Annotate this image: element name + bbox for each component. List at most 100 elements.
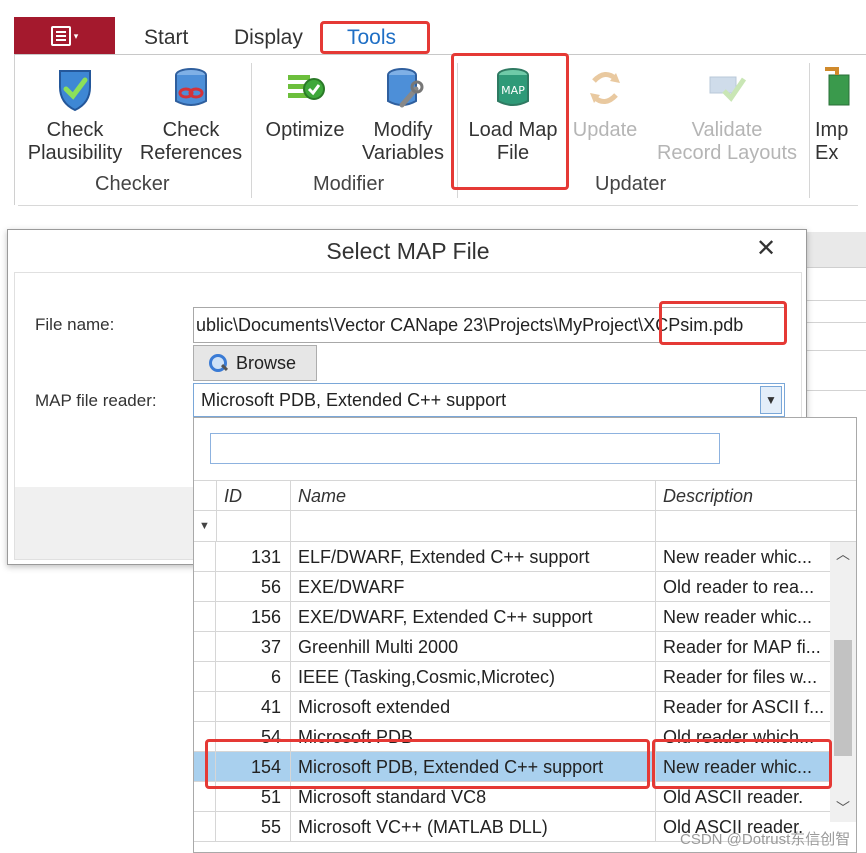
ribbon: ▾ Start Display Tools Check Plausibility… [14, 0, 866, 210]
cell-id: 156 [250, 607, 281, 627]
grid-header: ID Name Description [194, 480, 856, 512]
column-header-description[interactable]: Description [655, 481, 830, 512]
cell-id: 56 [260, 577, 281, 597]
ribbon-body: Check Plausibility Check References Chec… [14, 55, 866, 205]
close-icon[interactable]: ✕ [756, 234, 776, 263]
table-row[interactable]: 156 EXE/DWARF, Extended C++ support New … [194, 602, 830, 632]
cell-id: 37 [260, 637, 281, 657]
search-icon [208, 353, 228, 373]
cell-name: EXE/DWARF [290, 572, 654, 602]
cell-id: 55 [260, 817, 281, 837]
import-export-icon [825, 67, 850, 106]
button-label: Validate [691, 119, 763, 141]
grid-filter-row: ▼ [194, 511, 856, 542]
grid-rows: 131 ELF/DWARF, Extended C++ support New … [194, 542, 830, 852]
cell-description: Old reader to rea... [655, 572, 830, 602]
tab-display[interactable]: Display [234, 26, 303, 50]
cell-description: New reader whic... [655, 542, 830, 572]
highlight-selected-description [652, 739, 832, 789]
cell-id: 131 [250, 547, 281, 567]
table-row[interactable]: 131 ELF/DWARF, Extended C++ support New … [194, 542, 830, 572]
filter-cell-id[interactable] [216, 511, 290, 542]
vertical-scrollbar[interactable]: ︿ ﹀ [830, 542, 856, 822]
refresh-icon [590, 72, 620, 104]
group-separator [809, 63, 810, 198]
button-label: Record Layouts [656, 142, 798, 164]
background-divider [800, 350, 866, 351]
validate-records-icon [709, 76, 747, 102]
filter-icon[interactable]: ▼ [199, 520, 210, 532]
highlight-load-map-button [451, 53, 569, 190]
button-label: Update [572, 119, 638, 141]
database-link-icon [175, 68, 207, 106]
filter-cell-name[interactable] [290, 511, 655, 542]
cell-name: EXE/DWARF, Extended C++ support [290, 602, 654, 632]
table-row[interactable]: 6 IEEE (Tasking,Cosmic,Microtec) Reader … [194, 662, 830, 692]
button-label: Modify [373, 119, 433, 141]
cell-description: Reader for ASCII f... [655, 692, 830, 722]
scrollbar-thumb[interactable] [834, 640, 852, 756]
cell-id: 41 [260, 697, 281, 717]
optimize-button[interactable]: Optimize [257, 65, 353, 142]
app-menu-button[interactable]: ▾ [14, 17, 115, 55]
button-label: Optimize [265, 119, 345, 141]
document-icon [50, 26, 71, 46]
popup-search-input[interactable] [210, 433, 720, 464]
check-plausibility-button[interactable]: Check Plausibility [19, 65, 131, 165]
cell-description: Reader for MAP fi... [655, 632, 830, 662]
button-label: Imp [815, 119, 849, 141]
table-row[interactable]: 56 EXE/DWARF Old reader to rea... [194, 572, 830, 602]
chevron-down-icon: ▾ [73, 30, 79, 41]
check-references-button[interactable]: Check References [135, 65, 247, 165]
modify-variables-button[interactable]: Modify Variables [355, 65, 451, 165]
background-divider [800, 390, 866, 391]
tab-start[interactable]: Start [144, 26, 188, 50]
button-label: References [139, 142, 243, 164]
column-header-id[interactable]: ID [216, 481, 290, 512]
table-row[interactable]: 37 Greenhill Multi 2000 Reader for MAP f… [194, 632, 830, 662]
map-file-reader-select[interactable]: Microsoft PDB, Extended C++ support ▼ [193, 383, 785, 417]
dialog-title: Select MAP File [326, 238, 490, 264]
background-divider [800, 300, 866, 301]
cell-description: Reader for files w... [655, 662, 830, 692]
cell-name: Microsoft VC++ (MATLAB DLL) [290, 812, 654, 842]
chevron-up-icon[interactable]: ︿ [830, 542, 856, 566]
table-row[interactable]: 41 Microsoft extended Reader for ASCII f… [194, 692, 830, 722]
chevron-down-icon[interactable]: ﹀ [830, 796, 856, 820]
background-header-strip [800, 232, 866, 268]
highlight-file-name [659, 301, 787, 345]
browse-button[interactable]: Browse [193, 345, 317, 381]
cell-description: New reader whic... [655, 602, 830, 632]
group-label-updater: Updater [595, 173, 667, 195]
button-label: Check [46, 119, 104, 141]
update-button[interactable]: Update [567, 65, 643, 142]
watermark: CSDN @Dotrust东信创智 [680, 831, 851, 848]
group-label-checker: Checker [95, 173, 170, 195]
cell-name: Microsoft extended [290, 692, 654, 722]
cell-id: 6 [270, 667, 281, 687]
browse-label: Browse [236, 352, 297, 373]
button-label: Variables [362, 142, 444, 164]
button-label: Check [162, 119, 220, 141]
import-export-button[interactable]: Imp Ex [815, 65, 866, 165]
ribbon-bottom-edge [18, 205, 858, 211]
shield-check-icon [59, 70, 91, 112]
cell-name: Greenhill Multi 2000 [290, 632, 654, 662]
column-header-name[interactable]: Name [290, 481, 655, 512]
chevron-down-icon[interactable]: ▼ [760, 386, 782, 414]
dialog-footer [15, 487, 203, 559]
group-label-modifier: Modifier [313, 173, 385, 195]
file-name-label: File name: [35, 315, 115, 334]
background-divider [800, 322, 866, 323]
group-separator [251, 63, 252, 198]
button-label: Plausibility [27, 142, 123, 164]
database-wrench-icon [387, 68, 424, 108]
map-file-reader-label: MAP file reader: [35, 391, 157, 410]
selected-reader-value: Microsoft PDB, Extended C++ support [201, 390, 507, 410]
cell-name: ELF/DWARF, Extended C++ support [290, 542, 654, 572]
highlight-selected-row [205, 739, 650, 789]
filter-cell-description[interactable] [655, 511, 830, 542]
list-check-icon [288, 75, 325, 100]
validate-record-layouts-button[interactable]: Validate Record Layouts [649, 65, 805, 165]
button-label: Ex [815, 142, 839, 164]
